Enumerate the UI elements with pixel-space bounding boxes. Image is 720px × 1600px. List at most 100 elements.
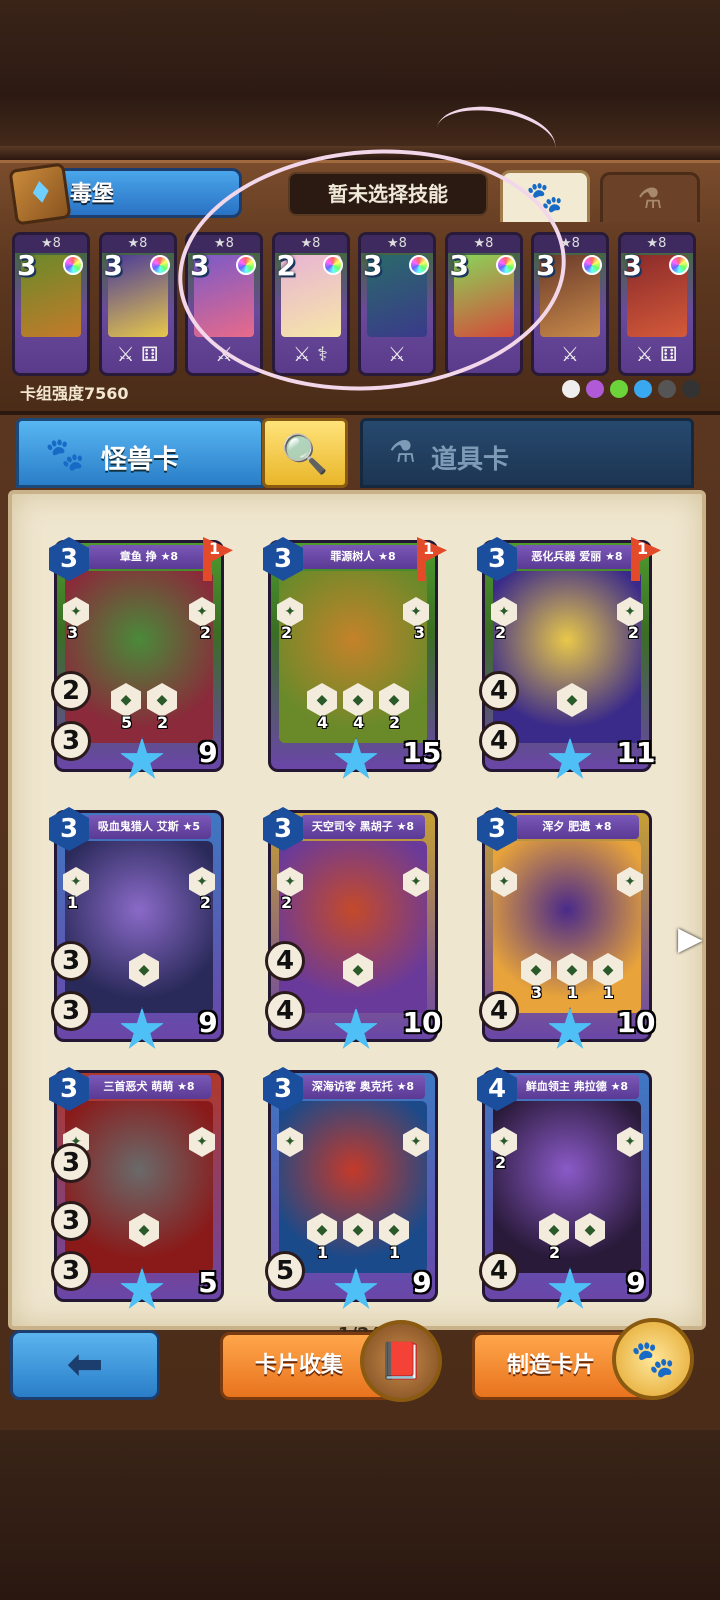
skill-value: 4 [317,713,329,732]
element-icon[interactable] [562,380,580,398]
deck-card-cost: 2 [276,249,296,282]
side-ability-value: 2 [199,893,211,912]
monster-card-hp: 10 [611,997,659,1043]
card-collection-book-icon[interactable]: 📕 [360,1320,442,1402]
skill-value: 5 [121,713,133,732]
monster-card[interactable]: 三首恶犬 萌萌 ★83✦✦◆3335 [49,1067,226,1309]
monster-card[interactable]: 章鱼 挣 ★831✦✦32◆5◆2239 [49,537,233,779]
deck-card-tools: ⚔ ⚅ [116,342,159,366]
rainbow-gem-icon [63,255,83,275]
monster-card-hp: 10 [397,997,445,1043]
monster-card-hp: 15 [397,727,445,773]
deck-card-cost: 3 [190,249,210,282]
tab-item-label: 道具卡 [431,445,510,475]
deck-card[interactable]: ★8 3 [444,232,523,376]
monster-card-hp: 11 [611,727,659,773]
deck-card-cost: 3 [449,249,469,282]
monster-card-name: 三首恶犬 萌萌 ★8 [87,1075,211,1099]
skill-value: 3 [531,983,543,1002]
rainbow-gem-icon [668,255,689,275]
deck-power: 卡组强度7560 [20,384,129,403]
attack-stat: 4 [479,1251,519,1291]
monster-card-name: 恶化兵器 爱丽 ★8 [515,545,639,569]
skill-value: 2 [389,713,401,732]
skill-value: 1 [317,1243,329,1262]
deck-book-icon[interactable] [8,162,72,226]
skill-value: 1 [603,983,615,1002]
side-ability-value: 2 [281,623,293,642]
potion-icon: ⚗ [389,435,416,470]
skill-selector[interactable]: 暂未选择技能 [288,172,488,216]
craft-card-label: 制造卡片 [507,1353,596,1378]
skill-value: 1 [567,983,579,1002]
deck-card-tools [19,339,83,369]
monster-card[interactable]: 深海访客 奥克托 ★83✦✦◆1◆◆159 [263,1067,440,1309]
stat-circle: 3 [51,1143,91,1183]
monster-card-name: 章鱼 挣 ★8 [87,545,211,569]
deck-card[interactable]: ★8 3 ⚔ ⚅ [98,232,177,376]
next-page-arrow-icon[interactable]: ▶ [678,920,703,956]
attack-stat: 4 [265,991,305,1031]
monster-card[interactable]: 罪源树人 ★831✦✦23◆4◆4◆215 [263,537,447,779]
tab-item-cards[interactable]: ⚗ 道具卡 [360,418,694,488]
speed-stat: 2 [51,671,91,711]
rainbow-gem-icon [582,255,602,275]
monster-card-name: 鲜血领主 弗拉德 ★8 [515,1075,639,1099]
item-deck-tab-potion-icon[interactable]: ⚗ [600,172,700,222]
monster-card[interactable]: 吸血鬼猎人 艾斯 ★53✦✦12◆339 [49,807,226,1049]
deck-card-tools [452,339,516,369]
side-ability-value: 2 [495,1153,507,1172]
monster-card-name: 浑夕 肥遗 ★8 [515,815,639,839]
monster-card-hp: 9 [611,1257,659,1303]
monster-card[interactable]: 浑夕 肥遗 ★83✦✦◆3◆1◆1410 [477,807,655,1049]
element-icon[interactable] [610,380,628,398]
side-ability-value: 2 [199,623,211,642]
monster-card-art [65,841,213,1013]
deck-card-cost: 3 [103,249,123,282]
element-icon[interactable] [682,380,700,398]
monster-card[interactable]: 鲜血领主 弗拉德 ★84✦✦2◆2◆49 [477,1067,654,1309]
back-arrow-icon: ⬅ [66,1339,104,1390]
monster-card-hp: 9 [183,997,231,1043]
deck-card[interactable]: ★8 3 ⚔ [531,232,609,376]
top-wood-background [0,0,720,160]
deck-card[interactable]: ★8 3 ⚔ [358,232,436,376]
tab-monster-label: 怪兽卡 [101,445,180,475]
element-icon[interactable] [634,380,652,398]
rainbow-gem-icon [495,255,516,275]
monster-card[interactable]: 恶化兵器 爱丽 ★831✦✦22◆4411 [477,537,661,779]
deck-card-tools: ⚔ ⚅ [635,342,678,366]
monster-card-art [493,1101,641,1273]
deck-card-tools: ⚔ [561,342,579,366]
craft-potion-icon[interactable]: 🐾 [612,1318,694,1400]
deck-card-cost: 3 [17,249,37,282]
deck-card-tools: ⚔ ⚕ [292,342,329,366]
monster-card-name: 罪源树人 ★8 [301,545,425,569]
side-ability-value: 3 [413,623,425,642]
back-button[interactable]: ⬅ [10,1330,160,1400]
element-icon[interactable] [658,380,676,398]
deck-card[interactable]: ★8 3 [12,232,90,376]
deck-card-tools: ⚔ [215,342,233,366]
search-button[interactable]: 🔍 [262,418,348,488]
paw-icon: 🐾 [45,435,85,473]
deck-card[interactable]: ★8 3 ⚔ [185,232,263,376]
deck-card-cost: 3 [536,249,556,282]
bottom-wood-background [0,1430,720,1600]
monster-card[interactable]: 天空司令 黑胡子 ★83✦✦2◆4410 [263,807,441,1049]
attack-stat: 5 [265,1251,305,1291]
skill-value: 1 [389,1243,401,1262]
monster-card-art [65,1101,213,1273]
monster-deck-tab-paw-icon[interactable]: 🐾 [500,170,590,222]
element-filter-icons [562,380,700,398]
side-ability-value: 2 [495,623,507,642]
tab-monster-cards[interactable]: 🐾 怪兽卡 [16,418,264,488]
side-ability-value: 1 [67,893,79,912]
card-collection-label: 卡片收集 [255,1353,344,1378]
deck-card[interactable]: ★8 2 ⚔ ⚕ [271,232,350,376]
element-icon[interactable] [586,380,604,398]
deck-card[interactable]: ★8 3 ⚔ ⚅ [617,232,696,376]
skill-value: 2 [549,1243,561,1262]
skill-value: 2 [157,713,169,732]
attack-stat: 4 [479,991,519,1031]
